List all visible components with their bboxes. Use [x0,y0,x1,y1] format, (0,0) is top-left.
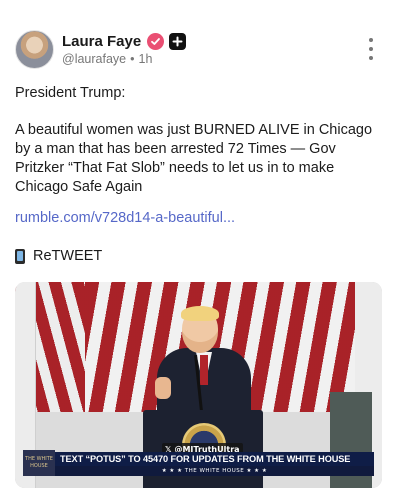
post-greeting: President Trump: [15,85,126,101]
avatar[interactable] [15,30,54,69]
news-ticker: TEXT “POTUS” TO 45470 FOR UPDATES FROM T… [55,452,374,466]
post-body: A beautiful women was just BURNED ALIVE … [15,122,373,195]
post-card: Laura Faye @laurafaye • 1h President Tru… [0,0,397,500]
retweet-label: ReTWEET [33,248,103,264]
logo-text: THE WHITE HOUSE [25,456,53,469]
retweet-line: ReTWEET [15,248,102,264]
author-meta: @laurafaye • 1h [62,52,152,66]
author-display-name[interactable]: Laura Faye [62,33,141,50]
video-thumbnail[interactable]: 𝕏 @MJTruthUltra THE WHITE HOUSE TEXT “PO… [15,282,382,488]
verified-badge-icon [147,32,165,50]
author-handle[interactable]: @laurafaye [62,52,126,66]
plus-icon[interactable] [169,32,187,50]
subticker-text: ★ ★ ★ THE WHITE HOUSE ★ ★ ★ [161,468,268,474]
white-house-logo: THE WHITE HOUSE [23,450,55,476]
sub-ticker: ★ ★ ★ THE WHITE HOUSE ★ ★ ★ [55,466,374,476]
speaker-hair [181,306,219,321]
mobile-phone-icon [15,248,25,264]
speaker-hand [155,377,171,399]
more-vertical-icon[interactable] [363,38,379,60]
speaker-tie [200,355,208,385]
author-name-row: Laura Faye [62,31,187,51]
ticker-text: TEXT “POTUS” TO 45470 FOR UPDATES FROM T… [60,454,351,464]
post-time[interactable]: 1h [139,52,153,66]
meta-separator: • [130,52,135,66]
post-link[interactable]: rumble.com/v728d14-a-beautiful... [15,210,235,226]
